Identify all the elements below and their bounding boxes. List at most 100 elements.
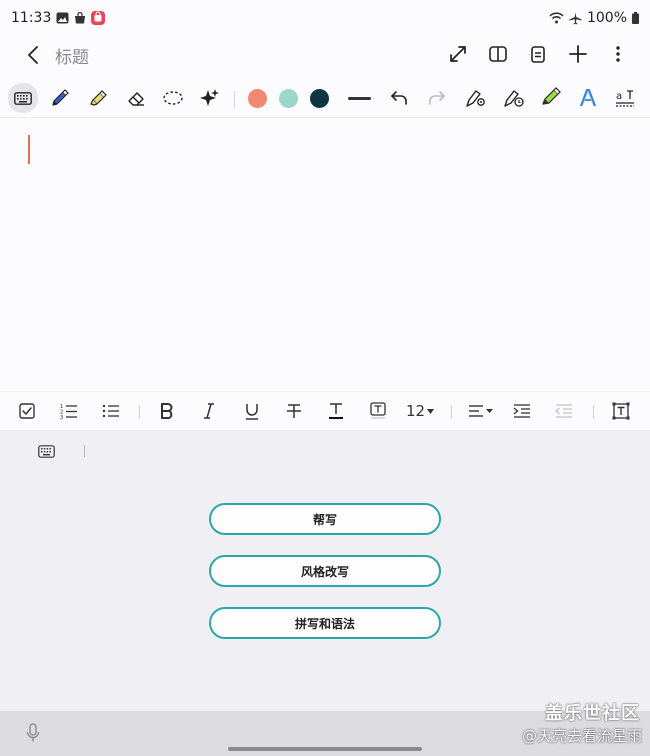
help-write-button[interactable]: 帮写 xyxy=(209,503,441,535)
bullet-list-icon xyxy=(102,404,119,418)
redo-icon xyxy=(429,91,445,105)
sparkle-icon xyxy=(200,89,219,106)
microphone-icon xyxy=(26,723,40,742)
pen-timer-button[interactable] xyxy=(500,84,528,112)
writing-assist-panel: 帮写 风格改写 拼写和语法 xyxy=(0,430,650,711)
text-style-button[interactable] xyxy=(574,84,602,112)
pen-tool-button[interactable] xyxy=(46,84,74,112)
bullet-list-button[interactable] xyxy=(99,400,123,422)
back-button[interactable] xyxy=(20,42,46,68)
text-cursor xyxy=(28,135,30,164)
toolbar-divider xyxy=(139,405,140,419)
airplane-mode-icon xyxy=(569,12,582,25)
caret-down-icon xyxy=(427,408,435,414)
stroke-width-button[interactable] xyxy=(348,97,371,100)
status-bar: 11:33 100% xyxy=(0,0,650,36)
page-view-button[interactable] xyxy=(526,40,550,68)
show-keyboard-button[interactable] xyxy=(38,443,55,462)
lasso-tool-button[interactable] xyxy=(159,84,187,112)
svg-text:3: 3 xyxy=(60,415,63,419)
eraser-icon xyxy=(128,92,144,106)
gallery-notification-icon xyxy=(56,12,69,24)
pen-settings-button[interactable] xyxy=(462,84,490,112)
app-notification-icon xyxy=(91,11,106,25)
italic-icon xyxy=(204,403,214,419)
battery-icon xyxy=(632,12,639,24)
book-view-button[interactable] xyxy=(486,40,510,68)
text-style-icon xyxy=(580,89,596,107)
indent-icon xyxy=(513,404,530,418)
bottom-bar: 盖乐世社区 @天亮去看流星雨 xyxy=(0,703,650,756)
outdent-icon xyxy=(555,404,572,418)
text-background-icon xyxy=(370,402,386,419)
underline-icon xyxy=(246,403,258,420)
spelling-grammar-button[interactable]: 拼写和语法 xyxy=(209,607,441,639)
outdent-button[interactable] xyxy=(552,400,576,422)
text-background-button[interactable] xyxy=(366,400,390,422)
bold-icon xyxy=(161,403,173,419)
highlighter-tool-button[interactable] xyxy=(84,84,112,112)
checkbox-icon xyxy=(19,403,35,419)
keyboard-icon xyxy=(14,91,32,105)
align-left-icon xyxy=(469,405,493,417)
title-bar: 标题 xyxy=(0,36,650,74)
watermark-user: @天亮去看流星雨 xyxy=(521,727,642,745)
undo-button[interactable] xyxy=(385,84,413,112)
lasso-icon xyxy=(163,91,183,105)
more-options-button[interactable] xyxy=(606,40,630,68)
panel-divider xyxy=(84,445,85,457)
strikethrough-button[interactable] xyxy=(282,400,306,422)
numbered-list-icon: 123 xyxy=(60,404,77,419)
toolbar-divider xyxy=(593,405,594,419)
note-canvas[interactable] xyxy=(0,119,650,391)
watermark-brand: 盖乐世社区 xyxy=(545,703,640,724)
text-recognize-button[interactable]: a xyxy=(611,84,639,112)
battery-percent: 100% xyxy=(586,10,627,26)
align-button[interactable] xyxy=(467,400,495,422)
numbered-list-button[interactable]: 123 xyxy=(57,400,81,422)
highlighter-icon xyxy=(90,90,107,106)
shopping-bag-icon xyxy=(74,12,86,24)
eraser-tool-button[interactable] xyxy=(122,84,150,112)
undo-icon xyxy=(391,91,407,105)
keyboard-mode-button[interactable] xyxy=(8,83,38,113)
status-time: 11:33 xyxy=(11,10,52,26)
document-icon xyxy=(531,45,545,63)
font-size-selector[interactable]: 12 xyxy=(405,400,435,422)
indent-button[interactable] xyxy=(510,400,534,422)
pen-favorite-button[interactable] xyxy=(536,84,564,112)
redo-button[interactable] xyxy=(423,84,451,112)
plus-icon xyxy=(569,45,587,63)
text-color-icon xyxy=(329,403,343,419)
color-swatch-coral[interactable] xyxy=(248,89,267,108)
expand-icon xyxy=(450,46,466,62)
book-icon xyxy=(489,46,507,62)
color-swatch-navy[interactable] xyxy=(310,89,329,108)
font-size-value: 12 xyxy=(405,402,426,420)
toolbar-divider xyxy=(451,405,452,419)
underline-button[interactable] xyxy=(240,400,264,422)
color-swatch-mint[interactable] xyxy=(279,89,298,108)
text-color-button[interactable] xyxy=(324,400,348,422)
svg-text:a: a xyxy=(616,91,622,102)
toolbar-divider xyxy=(234,91,235,108)
pen-favorite-icon xyxy=(542,87,561,105)
wifi-icon xyxy=(549,12,564,24)
chevron-left-icon xyxy=(28,46,38,64)
keyboard-icon xyxy=(38,445,55,458)
fullscreen-button[interactable] xyxy=(446,40,470,68)
style-rewrite-button[interactable]: 风格改写 xyxy=(209,555,441,587)
more-vertical-icon xyxy=(616,46,620,62)
bold-button[interactable] xyxy=(155,400,179,422)
text-box-icon xyxy=(612,402,630,420)
note-title[interactable]: 标题 xyxy=(55,43,89,68)
pen-timer-icon xyxy=(504,90,524,107)
voice-input-button[interactable] xyxy=(26,723,40,747)
ai-assist-tool-button[interactable] xyxy=(196,84,224,112)
pen-settings-icon xyxy=(466,90,485,107)
home-indicator[interactable] xyxy=(228,747,422,751)
checkbox-list-button[interactable] xyxy=(15,400,39,422)
add-button[interactable] xyxy=(566,40,590,68)
italic-button[interactable] xyxy=(197,400,221,422)
text-box-button[interactable] xyxy=(609,400,633,422)
